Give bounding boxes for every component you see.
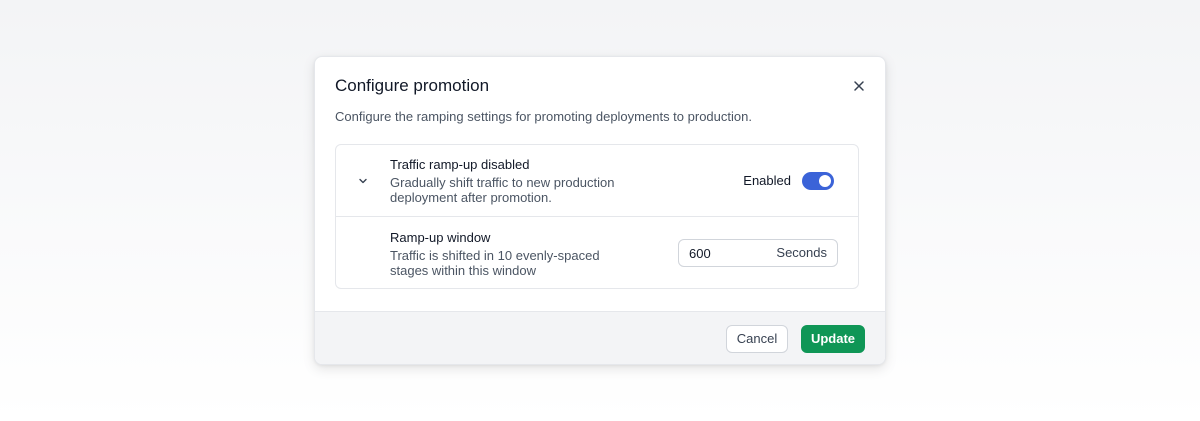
ramp-up-description: Gradually shift traffic to new productio… [390, 175, 615, 205]
ramp-up-toggle-switch[interactable] [802, 172, 834, 190]
ramp-settings-panel: Traffic ramp-up disabled Gradually shift… [335, 144, 859, 289]
ramp-up-window-field: Seconds [678, 239, 838, 267]
ramp-up-window-input[interactable] [679, 240, 769, 266]
configure-promotion-dialog: Configure promotion Configure the rampin… [314, 56, 886, 365]
dialog-footer: Cancel Update [315, 311, 885, 364]
chevron-down-icon [359, 178, 367, 184]
close-button[interactable] [849, 76, 869, 96]
dialog-description: Configure the ramping settings for promo… [335, 109, 752, 124]
dialog-title: Configure promotion [335, 76, 490, 95]
toggle-knob [819, 175, 831, 187]
ramp-up-title: Traffic ramp-up disabled [390, 157, 530, 172]
toggle-label: Enabled [743, 173, 791, 188]
traffic-ramp-up-row: Traffic ramp-up disabled Gradually shift… [336, 145, 858, 217]
input-unit-label: Seconds [776, 245, 827, 260]
window-description: Traffic is shifted in 10 evenly-spaced s… [390, 248, 600, 278]
window-title: Ramp-up window [390, 230, 491, 245]
ramp-up-window-row: Ramp-up window Traffic is shifted in 10 … [336, 217, 858, 288]
update-button[interactable]: Update [801, 325, 865, 353]
expand-toggle-button[interactable] [354, 172, 372, 190]
close-icon [854, 81, 864, 91]
cancel-button[interactable]: Cancel [726, 325, 788, 353]
